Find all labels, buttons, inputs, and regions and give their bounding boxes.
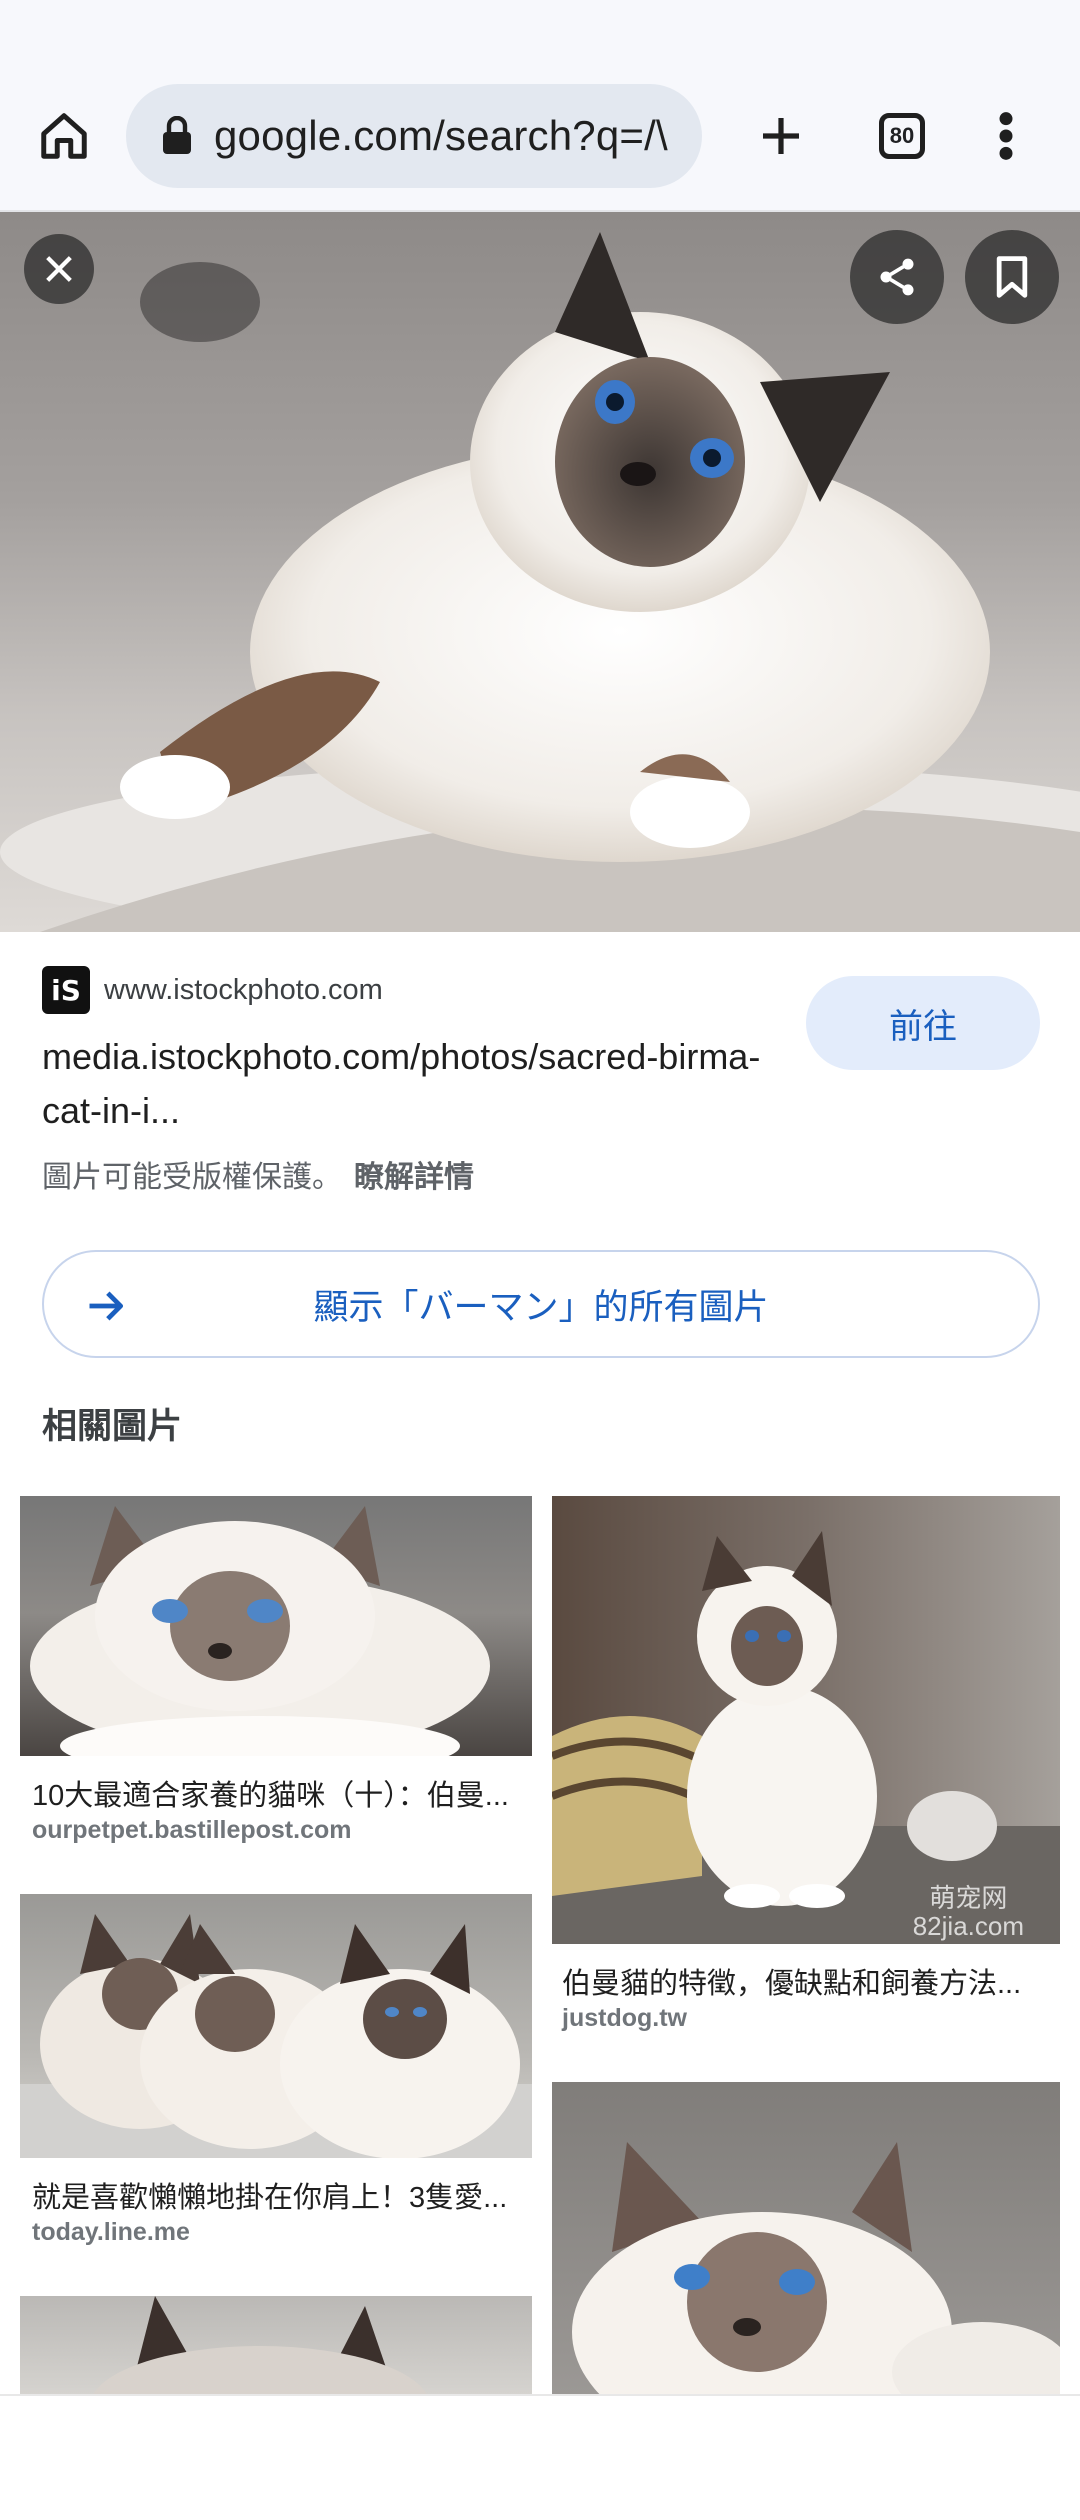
more-menu-button[interactable]	[970, 100, 1042, 172]
tab-switcher-button[interactable]: 80	[866, 100, 938, 172]
visit-button[interactable]: 前往	[806, 976, 1040, 1070]
site-favicon: iS	[42, 966, 90, 1014]
address-bar[interactable]: google.com/search?q=/\	[126, 84, 702, 188]
status-bar	[0, 0, 1080, 60]
tab-switcher-icon: 80	[879, 113, 925, 159]
favicon-text: iS	[51, 973, 81, 1007]
lock-icon	[163, 116, 191, 154]
related-title: 10大最適合家養的貓咪（十）：伯曼...	[32, 1780, 509, 1812]
related-item[interactable]: 萌宠网 82jia.com 伯曼貓的特徵，優缺點和飼養方法... justdog…	[552, 1496, 1060, 2044]
copyright-notice: 圖片可能受版權保護。 瞭解詳情	[42, 1152, 474, 1196]
related-thumbnail	[552, 2082, 1060, 2394]
source-domain[interactable]: www.istockphoto.com	[104, 974, 383, 1007]
related-thumbnail: 萌宠网 82jia.com	[552, 1496, 1060, 1944]
copyright-text: 圖片可能受版權保護。	[42, 1161, 342, 1194]
tab-count: 80	[889, 123, 915, 148]
related-source: ourpetpet.bastillepost.com	[32, 1816, 352, 1844]
share-icon	[880, 258, 914, 296]
related-source: justdog.tw	[562, 2004, 687, 2032]
visit-label: 前往	[889, 1007, 957, 1046]
new-tab-icon	[763, 118, 799, 154]
related-thumbnail	[20, 1496, 532, 1756]
new-tab-button[interactable]	[745, 100, 817, 172]
related-title: 伯曼貓的特徵，優缺點和飼養方法...	[562, 1968, 1022, 2000]
bookmark-icon	[996, 256, 1028, 298]
more-vert-icon	[999, 112, 1013, 160]
arrow-right-icon	[89, 1291, 124, 1321]
url-text[interactable]: google.com/search?q=/\	[214, 112, 668, 160]
related-thumbnail	[20, 1894, 532, 2158]
birman-cat-photo	[0, 232, 1080, 932]
share-button[interactable]	[850, 230, 944, 324]
related-item[interactable]	[552, 2082, 1060, 2394]
related-title: 就是喜歡懶懶地掛在你肩上！3隻愛...	[32, 2182, 508, 2214]
source-row[interactable]: iS www.istockphoto.com	[42, 966, 383, 1014]
close-icon	[46, 256, 72, 282]
page-url-link[interactable]: media.istockphoto.com/photos/sacred-birm…	[42, 1030, 762, 1138]
related-thumbnail	[20, 2296, 532, 2394]
show-all-images-button[interactable]: 顯示「バーマン」的所有圖片	[42, 1250, 1040, 1358]
browser-toolbar: google.com/search?q=/\ 80	[0, 60, 1080, 212]
show-all-label: 顯示「バーマン」的所有圖片	[313, 1287, 769, 1327]
learn-more-link[interactable]: 瞭解詳情	[354, 1161, 474, 1194]
related-item[interactable]: 就是喜歡懶懶地掛在你肩上！3隻愛... today.line.me	[20, 1894, 532, 2254]
home-icon	[41, 113, 87, 159]
close-viewer-button[interactable]	[24, 234, 94, 304]
image-watermark: 萌宠网 82jia.com	[912, 1883, 1024, 1941]
related-source: today.line.me	[32, 2218, 190, 2246]
related-images-heading: 相關圖片	[42, 1407, 183, 1446]
related-item[interactable]: 10大最適合家養的貓咪（十）：伯曼... ourpetpet.bastillep…	[20, 1496, 532, 1856]
main-image[interactable]	[0, 212, 1080, 932]
related-item[interactable]	[20, 2296, 532, 2394]
system-nav-bar	[0, 2394, 1080, 2520]
home-button[interactable]	[28, 100, 100, 172]
save-button[interactable]	[965, 230, 1059, 324]
